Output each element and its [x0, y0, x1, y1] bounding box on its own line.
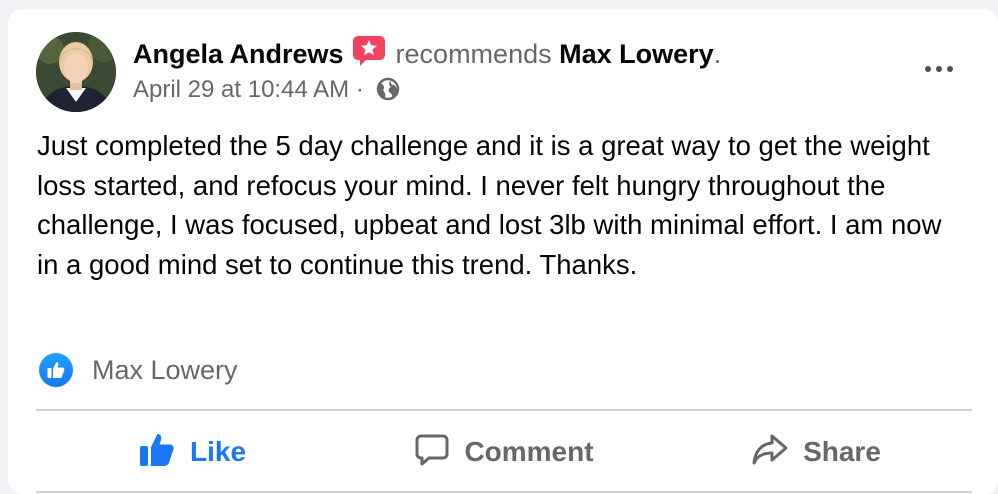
post-timestamp[interactable]: April 29 at 10:44 AM: [133, 76, 349, 103]
share-label: Share: [803, 436, 881, 467]
header-period: .: [713, 39, 722, 69]
comment-icon: [414, 432, 450, 473]
post-card: Angela Andrews recommends Max Lowery. Ap…: [8, 9, 998, 494]
post-header: Angela Andrews recommends Max Lowery.: [133, 35, 721, 75]
recommends-text: recommends: [395, 39, 552, 69]
comment-label: Comment: [464, 436, 594, 467]
more-options-icon[interactable]: [922, 57, 956, 81]
meta-separator: ·: [355, 76, 364, 103]
comment-button[interactable]: Comment: [348, 427, 660, 477]
recommended-page-link[interactable]: Max Lowery: [559, 39, 714, 69]
like-button[interactable]: Like: [36, 427, 348, 477]
post-meta: April 29 at 10:44 AM ·: [133, 74, 400, 110]
thumbs-up-badge-icon: [39, 353, 73, 387]
post-body: Just completed the 5 day challenge and i…: [37, 130, 942, 280]
liked-page-row: Max Lowery: [39, 352, 238, 388]
post-actions-bar: Like Comment Share: [36, 427, 972, 477]
liked-page-name[interactable]: Max Lowery: [92, 355, 238, 386]
share-icon: [751, 432, 789, 473]
bottom-divider: [36, 491, 972, 493]
author-name[interactable]: Angela Andrews: [133, 39, 344, 69]
share-button[interactable]: Share: [660, 427, 972, 477]
like-label: Like: [189, 436, 247, 467]
like-icon: [138, 431, 176, 474]
globe-icon: [376, 77, 400, 110]
recommends-badge-icon: [352, 35, 386, 75]
author-avatar[interactable]: [36, 32, 116, 112]
actions-divider: [36, 409, 972, 411]
